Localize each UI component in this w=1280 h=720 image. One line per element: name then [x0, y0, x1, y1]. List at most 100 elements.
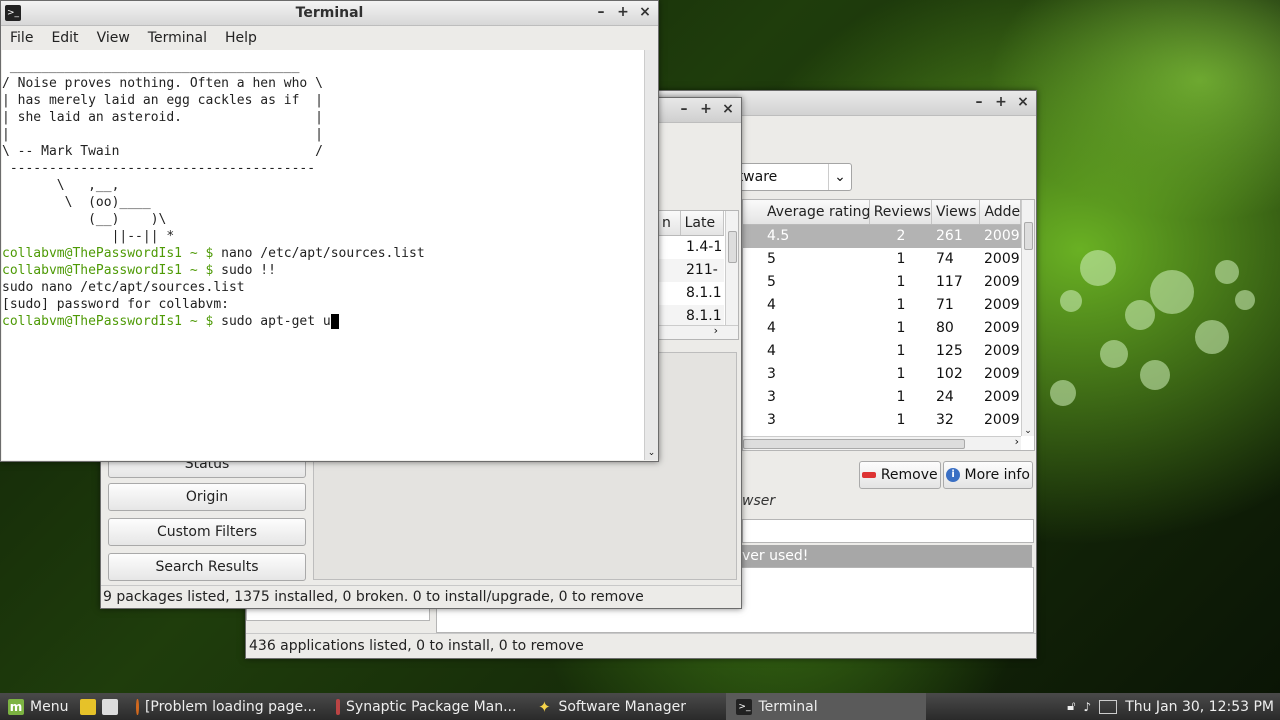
synaptic-status: 9 packages listed, 1375 installed, 0 bro…	[101, 585, 741, 608]
table-row[interactable]: 4.5 2 261 2009-	[743, 225, 1021, 248]
menu-terminal[interactable]: Terminal	[139, 26, 216, 50]
cell-rating: 3	[767, 412, 776, 428]
table-row[interactable]: 4 1 71 2009-	[743, 294, 1021, 317]
review-highlight-row: ver used!	[742, 545, 1032, 567]
column-average-rating[interactable]: Average rating	[743, 200, 870, 224]
column-name[interactable]: n	[658, 211, 681, 235]
window-controls: – + ×	[677, 101, 735, 117]
lock-icon[interactable]: 🔓︎	[1067, 699, 1075, 714]
scroll-right-icon[interactable]: ›	[714, 324, 718, 337]
terminal-scrollbar[interactable]: ⌄	[644, 50, 658, 460]
cell-added: 2009-	[984, 228, 1020, 244]
menu-help[interactable]: Help	[216, 26, 266, 50]
more-info-button[interactable]: i More info	[943, 461, 1033, 489]
cell-reviews: 1	[896, 251, 906, 267]
cell-rating: 4	[767, 320, 776, 336]
column-latest[interactable]: Late	[681, 211, 724, 235]
terminal-launcher-icon[interactable]	[102, 698, 119, 715]
shell-prompt: collabvm@ThePasswordIs1 ~ $	[2, 246, 214, 261]
cell-views: 117	[936, 274, 963, 290]
window-controls: – + ×	[594, 4, 652, 20]
terminal-line: collabvm@ThePasswordIs1 ~ $ sudo apt-get…	[2, 313, 644, 330]
minimize-icon[interactable]: –	[594, 4, 608, 20]
close-icon[interactable]: ×	[721, 101, 735, 117]
table-row[interactable]: 5 1 74 2009-	[743, 248, 1021, 271]
volume-icon[interactable]: ♪	[1084, 700, 1092, 714]
filter-origin-button[interactable]: Origin	[108, 483, 306, 511]
apps-table: Average rating Reviews Views Adde 4.5 2 26…	[742, 199, 1035, 451]
terminal-title: Terminal	[295, 5, 364, 21]
menu-file[interactable]: File	[1, 26, 42, 50]
table-row[interactable]: 1.4-1	[658, 236, 724, 259]
column-added[interactable]: Adde	[980, 200, 1022, 224]
terminal-window: >_ Terminal – + × File Edit View Termina…	[0, 0, 659, 462]
scroll-down-icon[interactable]: ⌄	[645, 448, 658, 458]
terminal-titlebar[interactable]: >_ Terminal – + ×	[1, 1, 658, 26]
filter-search-results-button[interactable]: Search Results	[108, 553, 306, 581]
shell-command: sudo apt-get u	[213, 314, 331, 329]
taskbar-task-label: Synaptic Package Man...	[346, 698, 517, 715]
cell-views: 102	[936, 366, 963, 382]
cell-added: 2009-	[984, 251, 1020, 267]
apps-table-header: Average rating Reviews Views Adde	[743, 200, 1022, 225]
terminal-line: | has merely laid an egg cackles as if |	[2, 93, 323, 108]
maximize-icon[interactable]: +	[699, 101, 713, 117]
network-icon[interactable]	[1099, 699, 1118, 714]
cell-views: 24	[936, 389, 954, 405]
filter-custom-filters-button[interactable]: Custom Filters	[108, 518, 306, 546]
notes-launcher-icon[interactable]	[80, 698, 97, 715]
package-list-hscrollbar[interactable]: ›	[658, 324, 738, 339]
table-row[interactable]: 4 1 80 2009-	[743, 317, 1021, 340]
menu-view[interactable]: View	[88, 26, 139, 50]
taskbar-task[interactable]: Synaptic Package Man...	[326, 693, 526, 720]
remove-button[interactable]: Remove	[859, 461, 941, 489]
maximize-icon[interactable]: +	[994, 94, 1008, 110]
table-row[interactable]: 5 1 117 2009-	[743, 271, 1021, 294]
table-row[interactable]: 211-	[658, 259, 724, 282]
maximize-icon[interactable]: +	[616, 4, 630, 20]
clock[interactable]: Thu Jan 30, 12:53 PM	[1125, 699, 1274, 715]
apps-table-body: 4.5 2 261 2009- 5 1 74 2009- 5 1 117 2009- 4 1 71 2009-…	[743, 225, 1021, 432]
review-input[interactable]	[742, 519, 1034, 543]
apps-table-hscrollbar[interactable]: ›	[743, 435, 1021, 450]
table-row[interactable]: 3 1 24 2009-	[743, 386, 1021, 409]
close-icon[interactable]: ×	[638, 4, 652, 20]
remove-icon	[862, 472, 877, 478]
taskbar-task-label: [Problem loading page...	[144, 698, 317, 715]
cell-views: 74	[936, 251, 954, 267]
cell-rating: 3	[767, 389, 776, 405]
table-row[interactable]: 8.1.1	[658, 282, 724, 305]
table-row[interactable]: 3 1 102 2009-	[743, 363, 1021, 386]
minimize-icon[interactable]: –	[677, 101, 691, 117]
package-list-vscrollbar[interactable]	[725, 211, 738, 325]
apps-table-vscrollbar[interactable]: ⌄	[1021, 200, 1034, 436]
minimize-icon[interactable]: –	[972, 94, 986, 110]
terminal-line: sudo nano /etc/apt/sources.list	[2, 280, 245, 295]
column-views[interactable]: Views	[932, 200, 981, 224]
cell-reviews: 1	[896, 366, 906, 382]
taskbar-task[interactable]: >_ Terminal	[726, 693, 927, 720]
terminal-line: ---------------------------------------	[2, 161, 316, 176]
taskbar-task[interactable]: [Problem loading page...	[126, 693, 326, 720]
cell-added: 2009-	[984, 412, 1020, 428]
terminal-line: / Noise proves nothing. Often a hen who …	[2, 76, 323, 91]
cell-rating: 4	[767, 343, 776, 359]
star-icon: ✦	[538, 697, 551, 716]
close-icon[interactable]: ×	[1016, 94, 1030, 110]
menu-edit[interactable]: Edit	[42, 26, 87, 50]
column-reviews[interactable]: Reviews	[870, 200, 932, 224]
taskbar-task[interactable]: ✦ Software Manager	[526, 693, 726, 720]
shell-command: sudo !!	[213, 263, 276, 278]
table-row[interactable]: 3 1 32 2009-	[743, 409, 1021, 432]
never-used-text: ver used!	[742, 548, 809, 564]
scroll-down-icon[interactable]: ⌄	[1022, 426, 1034, 436]
cell-reviews: 1	[896, 343, 906, 359]
table-row[interactable]: 4 1 125 2009-	[743, 340, 1021, 363]
menu-button[interactable]: m Menu	[0, 693, 78, 720]
cell-latest-version: 1.4-1	[686, 239, 723, 255]
terminal-output[interactable]: _____________________________________ / N…	[2, 50, 644, 460]
scroll-right-icon[interactable]: ›	[1015, 435, 1019, 448]
cell-reviews: 1	[896, 297, 906, 313]
software-filter-combo[interactable]: ftware ⌄	[726, 163, 852, 191]
terminal-line: _____________________________________	[2, 59, 300, 74]
